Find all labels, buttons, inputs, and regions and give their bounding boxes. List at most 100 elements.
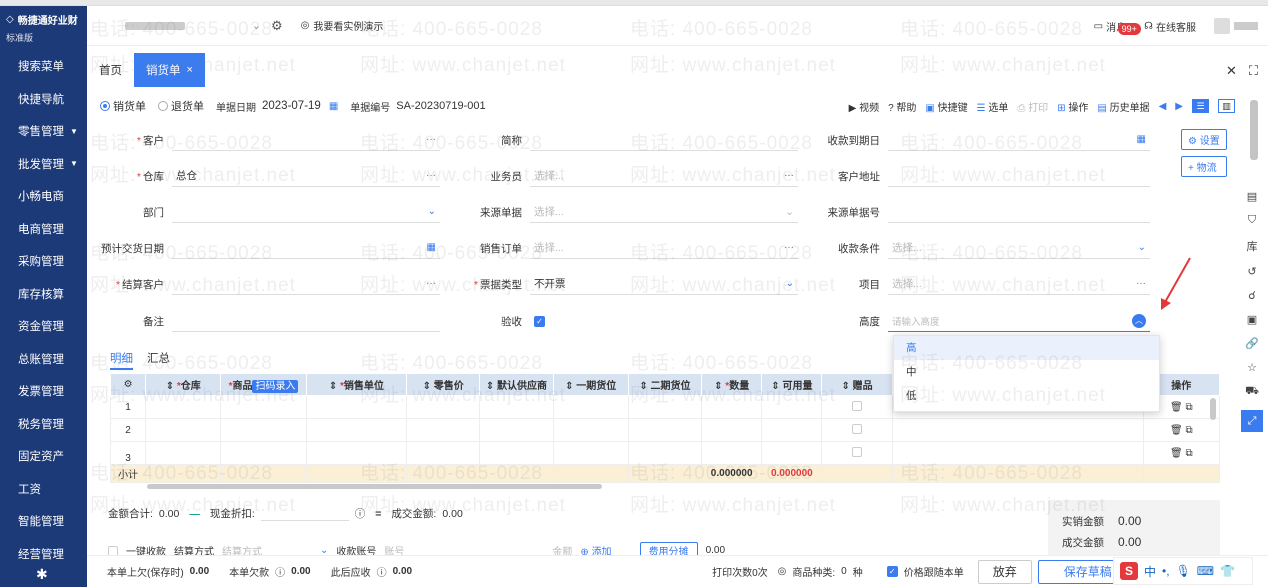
sidebar-item-search[interactable]: 搜索菜单 (0, 50, 87, 83)
scan-entry-button[interactable]: 扫码录入 (252, 380, 299, 393)
clipboard-icon[interactable]: ▣ (1247, 313, 1257, 326)
scrollbar-thumb[interactable] (1250, 100, 1258, 160)
short-name-input[interactable] (530, 129, 798, 151)
trash-icon[interactable]: 🗑 (1170, 425, 1183, 436)
discard-button[interactable]: 放弃 (977, 559, 1032, 584)
shortcut-button[interactable]: ▣ 快捷键 (925, 99, 967, 114)
settle-customer-input[interactable]: ··· (172, 273, 440, 295)
sidebar-item-payroll[interactable]: 工资 (0, 473, 87, 506)
sidebar-item-funds[interactable]: 资金管理 (0, 310, 87, 343)
source-doc-select[interactable]: 选择... ⌄ (530, 201, 798, 223)
more-icon[interactable]: ··· (426, 278, 436, 289)
user-menu[interactable] (1214, 18, 1258, 34)
gear-icon[interactable]: ⚙ (271, 18, 283, 34)
height-select[interactable]: 请输入高度 ︿ (888, 310, 1150, 332)
department-select[interactable]: ⌄ (172, 201, 440, 223)
sales-order-input[interactable]: 选择... ··· (530, 237, 798, 259)
next-icon[interactable]: ▶ (1175, 101, 1183, 112)
list-view-icon[interactable]: ▥ (1218, 99, 1235, 113)
source-no-input[interactable] (888, 201, 1150, 223)
table-row[interactable]: 2 🗑 ⧉ (109, 418, 1221, 442)
register-icon[interactable]: ▤ (1247, 190, 1257, 203)
warehouse-input[interactable]: 总仓 ··· (172, 165, 440, 187)
more-icon[interactable]: ··· (1136, 278, 1146, 289)
history-icon[interactable]: ↺ (1247, 265, 1256, 278)
gift-checkbox[interactable] (852, 423, 863, 434)
radio-sales-delivery[interactable]: 销货单 (100, 98, 146, 114)
help-icon[interactable]: ⓘ (377, 564, 387, 579)
inspect-checkbox[interactable]: ✓ (534, 315, 545, 327)
horizontal-scrollbar[interactable] (147, 484, 602, 489)
sidebar-item-quick-nav[interactable]: 快捷导航 (0, 83, 87, 116)
delivery-date-input[interactable]: ▦ (172, 237, 440, 259)
one-click-checkbox[interactable] (108, 545, 118, 556)
sidebar-item-purchase[interactable]: 采购管理 (0, 245, 87, 278)
prev-icon[interactable]: ◀ (1159, 101, 1167, 112)
project-input[interactable]: 选择... ··· (888, 273, 1150, 295)
calendar-icon[interactable]: ▦ (329, 101, 338, 112)
gift-checkbox[interactable] (852, 446, 863, 457)
height-option-medium[interactable]: 中 (894, 360, 1159, 384)
invoice-type-select[interactable]: 不开票 ⌄ (530, 273, 798, 295)
radio-sales-return[interactable]: 退货单 (158, 98, 204, 114)
copy-icon[interactable]: ⧉ (1185, 402, 1192, 413)
expand-icon[interactable]: ⤢ (1241, 410, 1263, 432)
input-method-toolbar[interactable]: S 中 •, 🎙 ⌨ 👕 (1113, 557, 1253, 585)
truck-icon[interactable]: ⛟ (1245, 385, 1259, 399)
more-icon[interactable]: ··· (426, 134, 436, 145)
more-icon[interactable]: ··· (784, 242, 794, 253)
logistics-button[interactable]: + 物流 (1181, 156, 1227, 177)
sidebar-item-fixed-assets[interactable]: 固定资产 (0, 440, 87, 473)
calendar-icon[interactable]: ▦ (1137, 134, 1146, 145)
tab-sales-delivery[interactable]: 销货单 × (134, 53, 205, 87)
help-button[interactable]: ? 帮助 (888, 99, 916, 114)
trash-icon[interactable]: 🗑 (1170, 448, 1183, 459)
remark-input[interactable] (172, 310, 440, 332)
gear-icon[interactable]: ✱ (36, 566, 48, 583)
copy-icon[interactable]: ⧉ (1185, 448, 1192, 459)
tab-summary[interactable]: 汇总 (147, 350, 170, 370)
height-option-high[interactable]: 高 (894, 336, 1159, 360)
activity-icon[interactable]: ☌ (1248, 289, 1255, 302)
help-icon[interactable]: ⓘ (355, 506, 366, 521)
sidebar-item-wholesale[interactable]: 批发管理 ▼ (0, 148, 87, 181)
close-icon[interactable]: ✕ (1226, 63, 1237, 79)
pick-doc-button[interactable]: ☰ 选单 (977, 99, 1009, 114)
trash-icon[interactable]: 🗑 (1170, 402, 1183, 413)
more-icon[interactable]: ··· (426, 170, 436, 181)
price-follow-checkbox[interactable]: ✓ (886, 566, 898, 577)
sidebar-item-xiaochang-ecom[interactable]: 小畅电商 (0, 180, 87, 213)
fullscreen-icon[interactable]: ⛶ (1249, 63, 1258, 79)
sidebar-item-tax[interactable]: 税务管理 (0, 408, 87, 441)
video-button[interactable]: ▶ 视频 (849, 99, 879, 114)
messages-button[interactable]: ▭ 消息 99+ (1094, 19, 1141, 35)
sidebar-item-retail[interactable]: 零售管理 ▼ (0, 115, 87, 148)
history-button[interactable]: ▤ 历史单据 (1097, 99, 1149, 114)
account-selector[interactable]: ⌄ (95, 13, 265, 39)
shield-icon[interactable]: ⛉ (1248, 214, 1256, 227)
sidebar-item-smart[interactable]: 智能管理 (0, 505, 87, 538)
tab-home[interactable]: 首页 (87, 53, 134, 87)
operate-button[interactable]: ⊞ 操作 (1057, 99, 1088, 114)
close-icon[interactable]: × (187, 64, 193, 76)
link-icon[interactable]: 🔗 (1245, 337, 1259, 350)
gift-checkbox[interactable] (852, 400, 863, 411)
calendar-icon[interactable]: ▦ (427, 242, 436, 253)
more-icon[interactable]: ··· (784, 170, 794, 181)
terms-select[interactable]: 选择... ⌄ (888, 237, 1150, 259)
form-view-icon[interactable]: ☰ (1192, 99, 1209, 113)
copy-icon[interactable]: ⧉ (1185, 425, 1192, 436)
demo-link[interactable]: ◎ 我要看实例演示 (301, 18, 384, 33)
due-date-input[interactable]: ▦ (888, 129, 1150, 151)
sidebar-item-invoice[interactable]: 发票管理 (0, 375, 87, 408)
chevron-up-icon[interactable]: ︿ (1132, 313, 1146, 328)
help-icon[interactable]: ⓘ (275, 564, 285, 579)
salesman-input[interactable]: 选择... ··· (530, 165, 798, 187)
settings-button[interactable]: ⚙ 设置 (1181, 129, 1227, 150)
grid-vertical-scrollbar[interactable] (1210, 398, 1216, 420)
sidebar-item-inventory[interactable]: 库存核算 (0, 278, 87, 311)
table-row[interactable]: 3 🗑 ⧉ (109, 441, 1221, 465)
sidebar-item-ecom[interactable]: 电商管理 (0, 213, 87, 246)
print-button[interactable]: ⎙ 打印 (1017, 99, 1048, 114)
star-icon[interactable]: ☆ (1247, 361, 1257, 374)
